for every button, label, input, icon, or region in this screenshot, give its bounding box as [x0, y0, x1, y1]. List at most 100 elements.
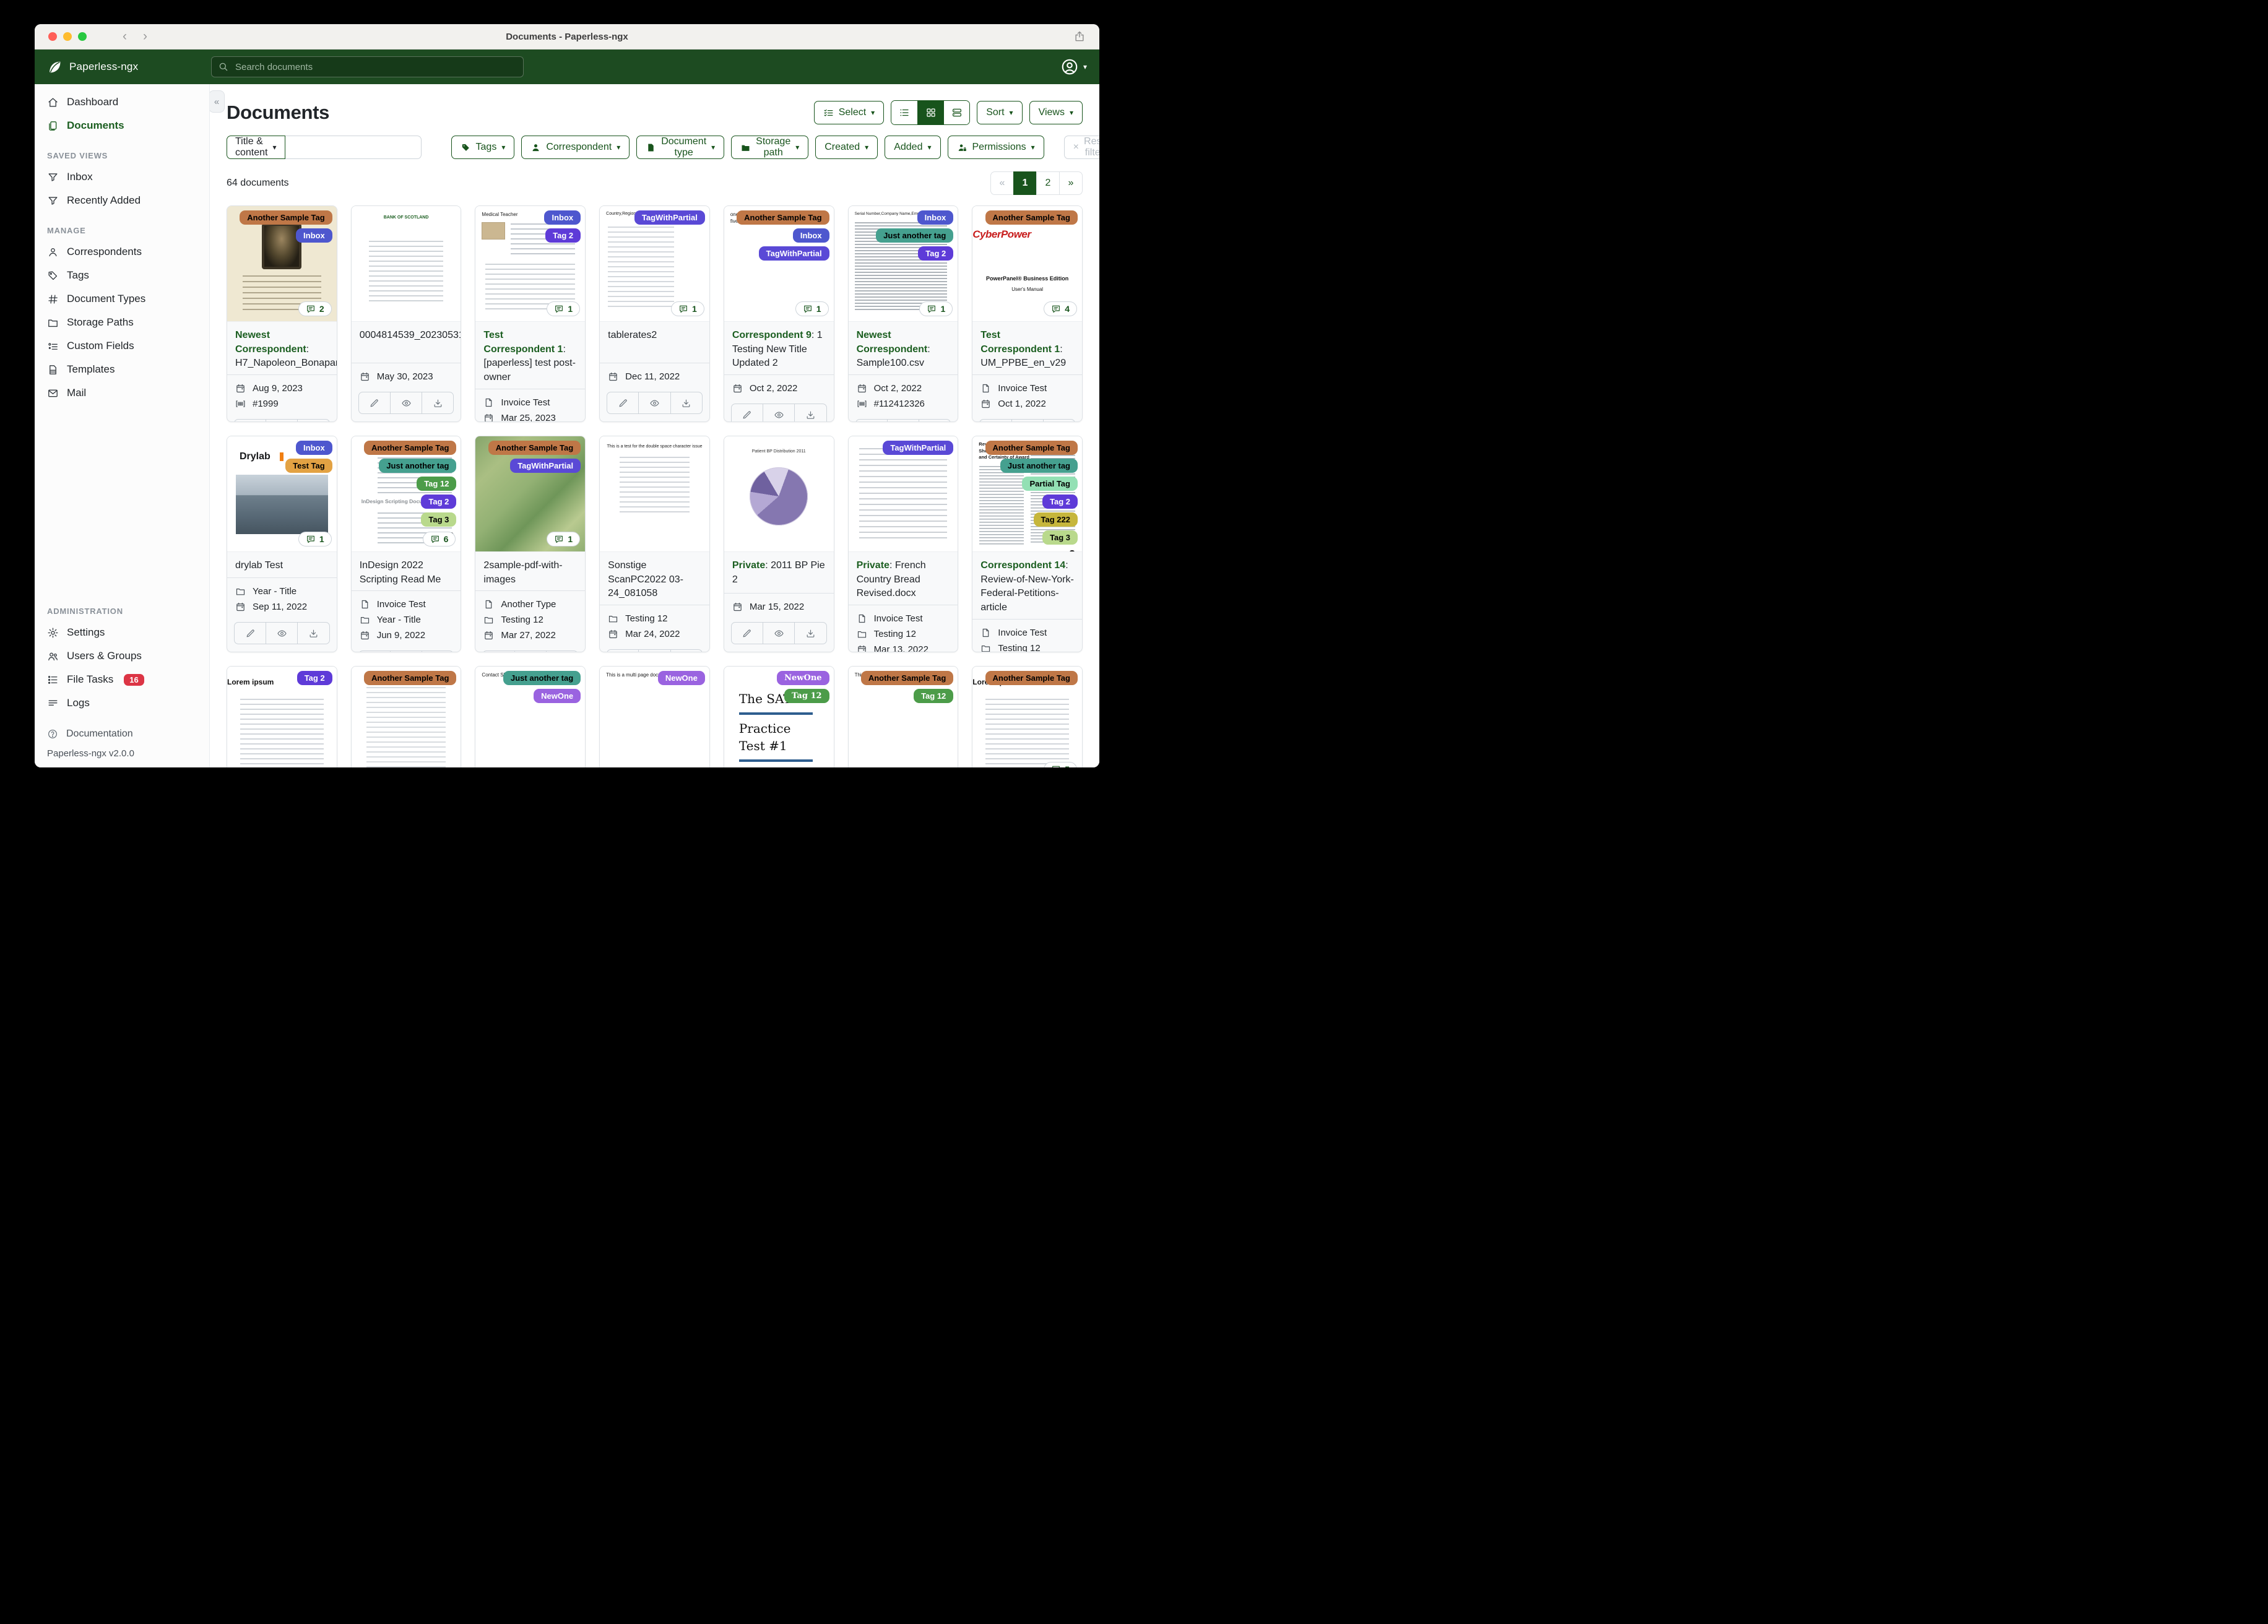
- sidebar-item-dashboard[interactable]: Dashboard: [35, 90, 209, 114]
- tag-chip[interactable]: Just another tag: [379, 459, 457, 473]
- view-button[interactable]: [266, 623, 297, 644]
- comment-count-badge[interactable]: 1: [671, 301, 704, 316]
- tag-chip[interactable]: Tag 2: [421, 495, 457, 509]
- tag-chip[interactable]: Inbox: [792, 228, 829, 243]
- download-button[interactable]: [794, 404, 826, 421]
- document-thumbnail[interactable]: This is a test for the double space char…: [600, 436, 709, 552]
- tag-chip[interactable]: Tag 222: [1033, 512, 1078, 527]
- sidebar-item-documents[interactable]: Documents: [35, 114, 209, 137]
- filter-button-storage-path[interactable]: Storage path ▾: [731, 136, 809, 159]
- edit-button[interactable]: [732, 404, 763, 421]
- document-title-link[interactable]: Correspondent 9: 1 Testing New Title Upd…: [724, 322, 834, 374]
- download-button[interactable]: [1042, 420, 1075, 421]
- tag-chip[interactable]: TagWithPartial: [510, 459, 581, 473]
- view-button[interactable]: [638, 650, 670, 652]
- tag-chip[interactable]: Tag 2: [545, 228, 581, 243]
- document-title-link[interactable]: Newest Correspondent: H7_Napoleon_Bonapa…: [227, 322, 337, 374]
- filter-button-added[interactable]: Added ▾: [885, 136, 941, 159]
- tag-chip[interactable]: Just another tag: [503, 671, 581, 685]
- document-thumbnail[interactable]: Another Sample Tag: [351, 667, 461, 767]
- filter-button-created[interactable]: Created ▾: [815, 136, 878, 159]
- document-thumbnail[interactable]: Medical Teacher Inbox Tag 21: [475, 206, 586, 322]
- comment-count-badge[interactable]: 1: [795, 301, 829, 316]
- download-button[interactable]: [794, 623, 826, 644]
- tag-chip[interactable]: Tag 2: [296, 671, 332, 685]
- tag-chip[interactable]: Tag 2: [918, 246, 954, 261]
- minimize-button[interactable]: [63, 32, 72, 41]
- filter-button-document-type[interactable]: Document type ▾: [636, 136, 725, 159]
- download-button[interactable]: [670, 392, 702, 413]
- back-button[interactable]: ‹: [123, 30, 127, 43]
- download-button[interactable]: [297, 420, 329, 421]
- sidebar-item-file-tasks[interactable]: File Tasks 16: [35, 668, 209, 691]
- tag-chip[interactable]: Just another tag: [876, 228, 954, 243]
- tag-chip[interactable]: Tag 12: [914, 689, 954, 703]
- document-thumbnail[interactable]: CyberPower PowerPanel® Business Edition Us…: [972, 206, 1082, 322]
- zoom-button[interactable]: [78, 32, 87, 41]
- tag-chip[interactable]: Another Sample Tag: [985, 671, 1078, 685]
- download-button[interactable]: [670, 650, 702, 652]
- view-button[interactable]: [389, 651, 422, 652]
- edit-button[interactable]: [856, 420, 887, 421]
- tag-chip[interactable]: Another Sample Tag: [488, 441, 581, 455]
- view-button[interactable]: [514, 651, 546, 652]
- document-title-link[interactable]: InDesign 2022 Scripting Read Me: [352, 552, 461, 590]
- document-title-link[interactable]: Sonstige ScanPC2022 03-24_081058: [600, 552, 709, 605]
- document-title-link[interactable]: 0004814539_20230531: [352, 322, 461, 363]
- edit-button[interactable]: [235, 420, 266, 421]
- document-title-link[interactable]: tablerates2: [600, 322, 709, 363]
- document-thumbnail[interactable]: Review of Arbitral Awards Shows Swift Re…: [972, 436, 1082, 552]
- document-thumbnail[interactable]: InDesign Scripting DocumentationAnother …: [351, 436, 461, 552]
- document-thumbnail[interactable]: Lorem ipsum Tag 2: [227, 667, 337, 767]
- share-icon[interactable]: [1073, 30, 1086, 43]
- document-thumbnail[interactable]: BANK OF SCOTLAND: [351, 206, 461, 322]
- tag-chip[interactable]: Inbox: [296, 228, 332, 243]
- download-button[interactable]: [545, 651, 578, 652]
- document-thumbnail[interactable]: Drylab Inbox Test Tag 1: [227, 436, 337, 552]
- comment-count-badge[interactable]: 1: [547, 532, 581, 546]
- sidebar-collapse-button[interactable]: «: [210, 90, 225, 113]
- edit-button[interactable]: [483, 651, 514, 652]
- document-title-link[interactable]: Test Correspondent 1: UM_PPBE_en_v29: [972, 322, 1082, 374]
- sidebar-item-recently-added[interactable]: Recently Added: [35, 189, 209, 212]
- comment-count-badge[interactable]: 1: [547, 301, 581, 316]
- filter-button-correspondent[interactable]: Correspondent ▾: [521, 136, 630, 159]
- comment-count-badge[interactable]: 1: [298, 532, 332, 546]
- edit-button[interactable]: [359, 651, 390, 652]
- grid-view-button[interactable]: [917, 101, 944, 124]
- title-content-filter-input[interactable]: [285, 136, 422, 159]
- tag-chip[interactable]: Tag 3: [421, 512, 457, 527]
- tag-chip[interactable]: Another Sample Tag: [363, 441, 457, 455]
- sidebar-item-documentation[interactable]: Documentation: [35, 725, 209, 743]
- document-thumbnail[interactable]: This is a testAnother Sample TagTag 12: [848, 667, 958, 767]
- tag-chip[interactable]: Tag 12: [417, 477, 457, 491]
- reset-filters-button[interactable]: × Reset filters: [1063, 136, 1099, 159]
- view-button[interactable]: [389, 392, 422, 413]
- download-button[interactable]: [422, 651, 453, 652]
- forward-button[interactable]: ›: [143, 30, 147, 43]
- tag-chip[interactable]: TagWithPartial: [758, 246, 829, 261]
- document-thumbnail[interactable]: Contact Sheet DemoJust another tagNewOne: [475, 667, 586, 767]
- sidebar-item-tags[interactable]: Tags: [35, 264, 209, 287]
- document-thumbnail[interactable]: Another Sample Tag Inbox 2: [227, 206, 337, 322]
- document-thumbnail[interactable]: Serial Number,Company Name,Employ Inbox Ju…: [848, 206, 958, 322]
- tag-chip[interactable]: Test Tag: [285, 459, 332, 473]
- tag-chip[interactable]: TagWithPartial: [634, 210, 705, 225]
- document-title-link[interactable]: Private: French Country Bread Revised.do…: [849, 552, 958, 605]
- sidebar-item-correspondents[interactable]: Correspondents: [35, 240, 209, 264]
- filter-field-dropdown[interactable]: Title & content ▾: [227, 136, 285, 159]
- filter-button-tags[interactable]: Tags ▾: [451, 136, 515, 159]
- view-button[interactable]: [266, 420, 297, 421]
- list-view-button[interactable]: [891, 101, 918, 124]
- document-thumbnail[interactable]: The SATPracticeTest #1Make time to take …: [724, 667, 834, 767]
- comment-count-badge[interactable]: 4: [1044, 301, 1077, 316]
- comment-count-badge[interactable]: 5: [1044, 762, 1077, 767]
- document-title-link[interactable]: Private: 2011 BP Pie 2: [724, 552, 834, 593]
- edit-button[interactable]: [732, 623, 763, 644]
- sidebar-item-inbox[interactable]: Inbox: [35, 165, 209, 189]
- view-button[interactable]: [638, 392, 670, 413]
- view-button[interactable]: [763, 623, 794, 644]
- tag-chip[interactable]: NewOne: [534, 689, 581, 703]
- sidebar-item-users-groups[interactable]: Users & Groups: [35, 644, 209, 668]
- sidebar-item-custom-fields[interactable]: Custom Fields: [35, 334, 209, 358]
